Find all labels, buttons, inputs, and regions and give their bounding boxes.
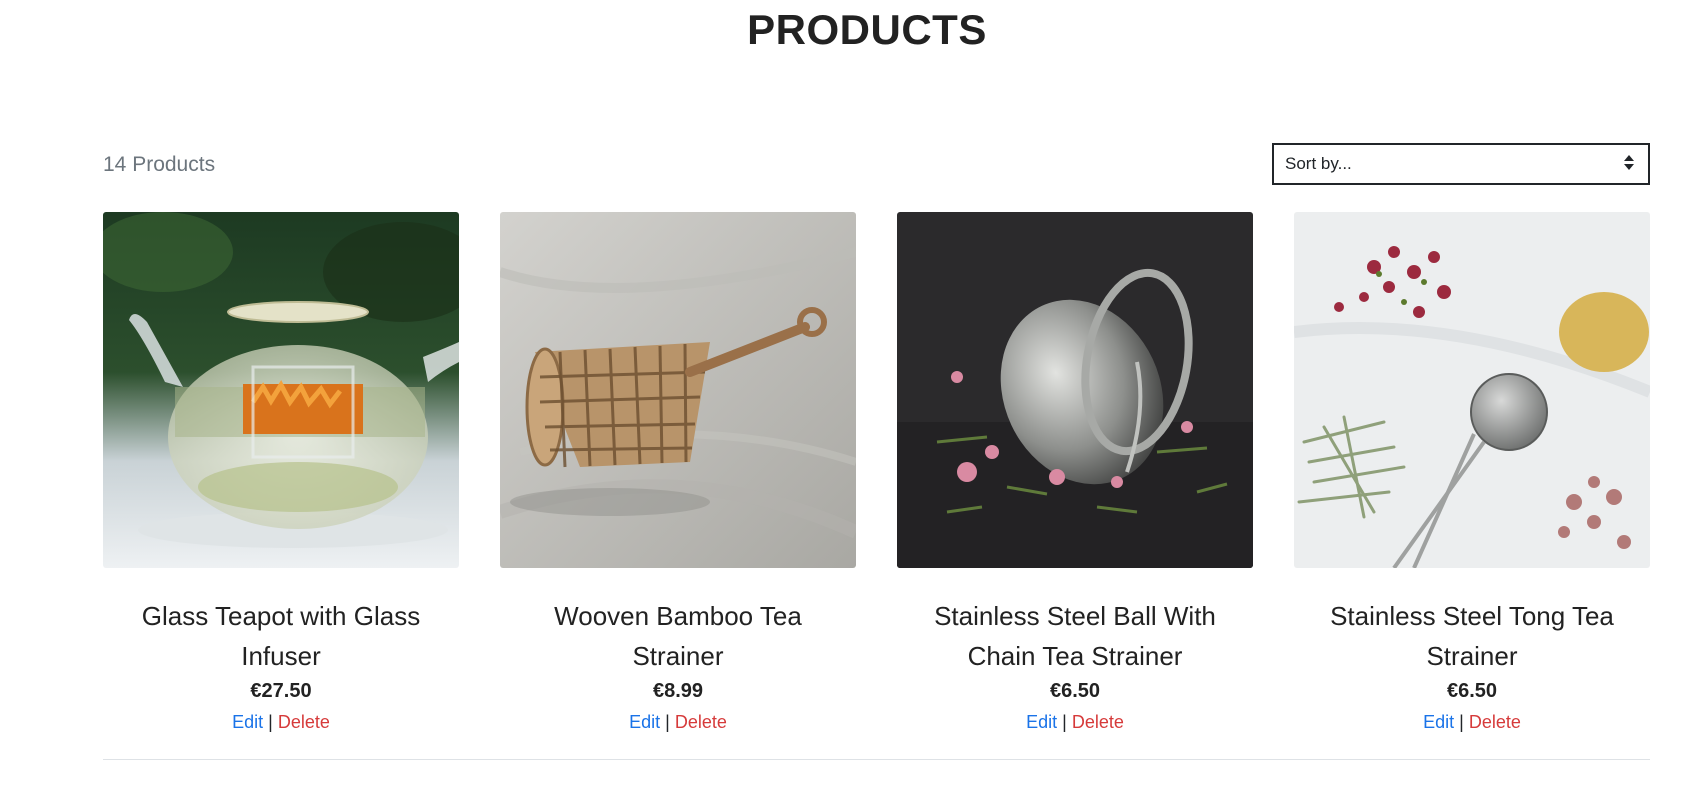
- actions-separator: |: [665, 712, 675, 732]
- glass-teapot-image[interactable]: [103, 212, 459, 568]
- product-price: €6.50: [1049, 680, 1101, 702]
- actions-separator: |: [268, 712, 278, 732]
- product-card: Stainless Steel Tong Tea Strainer €6.50 …: [1294, 212, 1650, 738]
- edit-link[interactable]: Edit: [1423, 712, 1454, 732]
- delete-link[interactable]: Delete: [675, 712, 727, 732]
- actions-separator: |: [1459, 712, 1469, 732]
- product-price: €27.50: [250, 680, 312, 702]
- bamboo-strainer-image[interactable]: [500, 212, 856, 568]
- page-title: PRODUCTS: [747, 6, 987, 53]
- edit-link[interactable]: Edit: [629, 712, 660, 732]
- product-count: 14 Products: [103, 153, 216, 176]
- delete-link[interactable]: Delete: [1072, 712, 1124, 732]
- product-card: Stainless Steel Ball With Chain Tea Stra…: [897, 212, 1253, 738]
- product-actions: Edit | Delete: [500, 706, 856, 738]
- product-actions: Edit | Delete: [1294, 706, 1650, 738]
- delete-link[interactable]: Delete: [1469, 712, 1521, 732]
- tong-strainer-image[interactable]: [1294, 212, 1650, 568]
- product-actions: Edit | Delete: [897, 706, 1253, 738]
- sort-select-value: Sort by...: [1285, 154, 1352, 173]
- edit-link[interactable]: Edit: [232, 712, 263, 732]
- product-price: €6.50: [1446, 680, 1498, 702]
- product-name[interactable]: Wooven Bamboo Tea Strainer: [500, 596, 856, 676]
- products-toolbar: 14 Products Sort by...: [103, 143, 1650, 185]
- product-name[interactable]: Stainless Steel Ball With Chain Tea Stra…: [897, 596, 1253, 676]
- sort-select[interactable]: Sort by...: [1272, 143, 1650, 185]
- steel-ball-strainer-image[interactable]: [897, 212, 1253, 568]
- sort-arrows-icon: [1624, 154, 1634, 174]
- product-card: Glass Teapot with Glass Infuser €27.50 E…: [103, 212, 459, 738]
- product-name[interactable]: Glass Teapot with Glass Infuser: [103, 596, 459, 676]
- product-actions: Edit | Delete: [103, 706, 459, 738]
- product-name[interactable]: Stainless Steel Tong Tea Strainer: [1294, 596, 1650, 676]
- edit-link[interactable]: Edit: [1026, 712, 1057, 732]
- product-price: €8.99: [652, 680, 704, 702]
- actions-separator: |: [1062, 712, 1072, 732]
- delete-link[interactable]: Delete: [278, 712, 330, 732]
- section-divider: [103, 759, 1650, 760]
- product-card: Wooven Bamboo Tea Strainer €8.99 Edit | …: [500, 212, 856, 738]
